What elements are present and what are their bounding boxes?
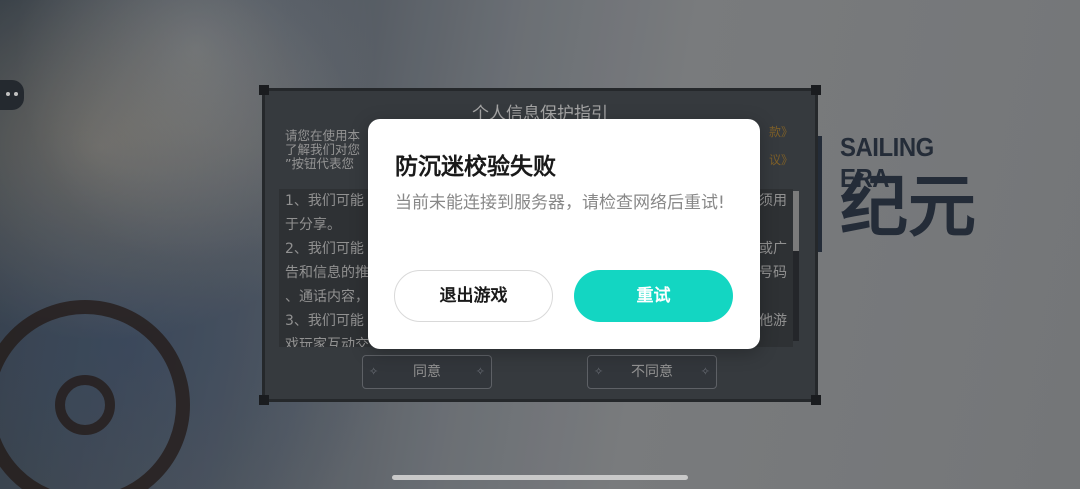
modal-title: 防沉迷校验失败 — [395, 154, 556, 180]
retry-button[interactable]: 重试 — [574, 270, 733, 322]
modal-message: 当前未能连接到服务器，请检查网络后重试! — [395, 193, 725, 213]
home-indicator[interactable] — [392, 475, 688, 480]
game-screen: SAILING ERA 纪元 个人信息保护指引 请您在使用本 款》 了解我们对您… — [0, 0, 1080, 489]
anti-addiction-error-modal: 防沉迷校验失败 当前未能连接到服务器，请检查网络后重试! 退出游戏 重试 — [368, 119, 760, 349]
exit-game-button[interactable]: 退出游戏 — [394, 270, 553, 322]
